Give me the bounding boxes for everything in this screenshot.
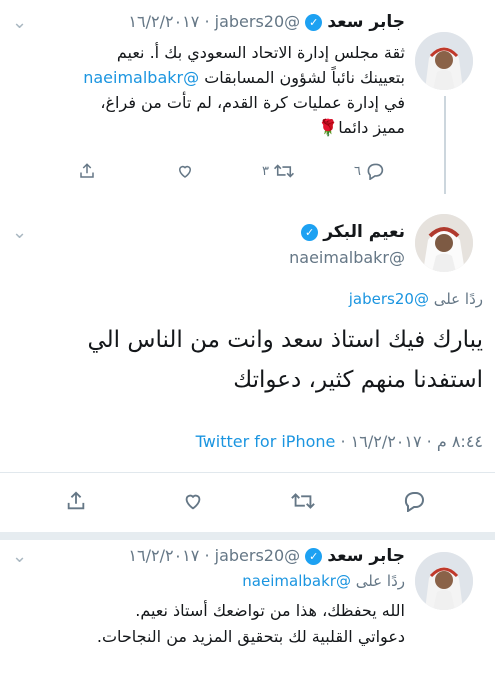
author-name[interactable]: جابر سعد bbox=[327, 546, 405, 566]
tweet-timestamp[interactable]: ٨:٤٤ م · ١٦/٢/٢٠١٧ · bbox=[340, 432, 483, 451]
chevron-down-icon[interactable]: ⌄ bbox=[12, 546, 27, 567]
reply-icon bbox=[367, 163, 384, 180]
avatar[interactable] bbox=[415, 32, 473, 90]
reply-button[interactable] bbox=[402, 490, 426, 512]
verified-icon: ✓ bbox=[305, 14, 323, 31]
avatar[interactable] bbox=[415, 552, 473, 610]
heart-icon bbox=[185, 494, 201, 510]
tweet-text: ثقة مجلس إدارة الاتحاد السعودي بك أ. نعي… bbox=[83, 43, 405, 137]
tweet-date[interactable]: ١٦/٢/٢٠١٧ bbox=[128, 12, 199, 31]
avatar[interactable] bbox=[415, 214, 473, 272]
retweet-icon bbox=[291, 493, 315, 509]
like-button[interactable] bbox=[176, 162, 194, 180]
share-button[interactable] bbox=[65, 490, 87, 512]
author-name[interactable]: جابر سعد bbox=[327, 12, 405, 32]
thread-line bbox=[444, 96, 446, 194]
mention-link[interactable]: @naeimalbakr bbox=[242, 572, 351, 590]
like-count: ٦ bbox=[354, 163, 361, 179]
tweet-text: الله يحفظك، هذا من تواضعك أستاذ نعيم. دع… bbox=[96, 601, 405, 646]
reply-context: ردًا على @jabers20 bbox=[348, 290, 483, 308]
author-handle[interactable]: @jabers20 bbox=[215, 546, 301, 565]
retweet-button[interactable]: ٣ bbox=[262, 162, 295, 180]
rose-icon: 🌹 bbox=[318, 118, 339, 137]
author-handle[interactable]: @jabers20 bbox=[215, 12, 301, 31]
reply-button[interactable]: ٦ bbox=[354, 162, 385, 180]
tweet-text: يبارك فيك استاذ سعد وانت من الناس الي اس… bbox=[87, 327, 483, 393]
reply-icon bbox=[404, 492, 424, 512]
tweet-header: جابر سعد ✓ @jabers20 · ١٦/٢/٢٠١٧ bbox=[128, 12, 405, 32]
verified-icon: ✓ bbox=[301, 224, 319, 241]
mention-link[interactable]: @naeimalbakr bbox=[83, 68, 199, 87]
verified-icon: ✓ bbox=[305, 548, 323, 565]
author-name[interactable]: نعيم البكر bbox=[323, 222, 405, 242]
like-button[interactable] bbox=[182, 490, 204, 512]
mention-link[interactable]: @jabers20 bbox=[349, 290, 429, 308]
reply-context: ردًا على @naeimalbakr bbox=[242, 572, 405, 590]
heart-icon bbox=[178, 165, 192, 178]
share-icon bbox=[67, 491, 85, 510]
author-handle[interactable]: @naeimalbakr bbox=[289, 248, 405, 267]
tweet-date[interactable]: ١٦/٢/٢٠١٧ bbox=[128, 546, 199, 565]
chevron-down-icon[interactable]: ⌄ bbox=[12, 222, 27, 243]
divider bbox=[0, 472, 495, 473]
author-block: نعيم البكر ✓ bbox=[301, 222, 405, 242]
tweet-source[interactable]: Twitter for iPhone bbox=[196, 432, 336, 451]
share-button[interactable] bbox=[78, 162, 96, 180]
retweet-count: ٣ bbox=[262, 163, 269, 179]
tweet-meta-line: ٨:٤٤ م · ١٦/٢/٢٠١٧ · Twitter for iPhone bbox=[196, 432, 483, 451]
retweet-button[interactable] bbox=[290, 490, 316, 512]
share-icon bbox=[80, 163, 94, 178]
section-separator bbox=[0, 532, 495, 540]
retweet-icon bbox=[274, 164, 294, 178]
tweet-header: جابر سعد ✓ @jabers20 · ١٦/٢/٢٠١٧ bbox=[128, 546, 405, 566]
